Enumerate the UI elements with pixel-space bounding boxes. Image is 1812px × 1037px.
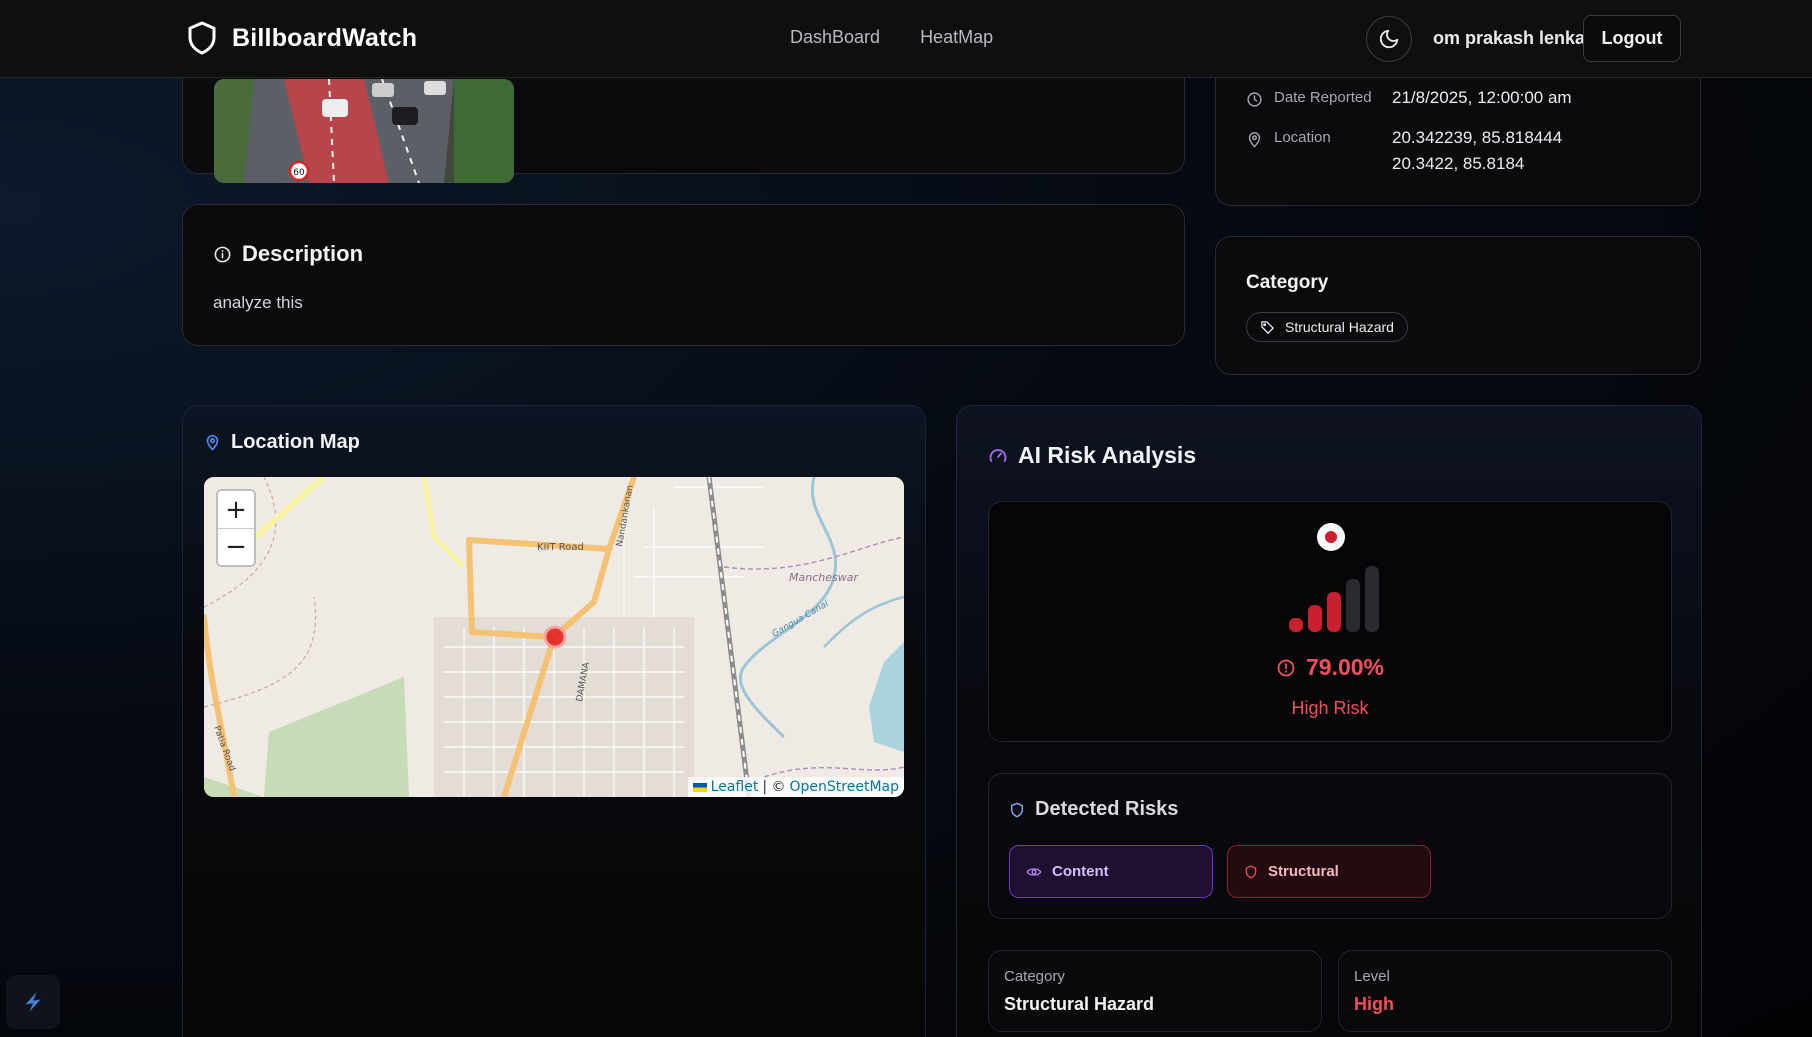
risk-level-label: High Risk: [1291, 698, 1369, 718]
bolt-logo-icon: [25, 992, 41, 1012]
eye-icon: [1026, 867, 1042, 876]
zoom-control: + −: [216, 489, 256, 567]
svg-text:60: 60: [293, 168, 305, 178]
signal-bar: [1308, 605, 1322, 632]
risk-chip-structural[interactable]: Structural: [1227, 845, 1431, 898]
ai-category-label: Category: [1004, 968, 1065, 985]
signal-bar: [1346, 579, 1360, 632]
location-map-header: Location Map: [204, 431, 360, 454]
ukraine-flag-icon: [692, 782, 707, 792]
date-reported-label: Date Reported: [1274, 89, 1372, 106]
signal-bar: [1365, 566, 1379, 632]
signal-bar: [1289, 618, 1303, 632]
location-map-card: Location Map KIIT Road Mancheswar Gangua…: [182, 405, 926, 1037]
description-text: analyze this: [213, 293, 303, 312]
ai-category-value: Structural Hazard: [1004, 994, 1155, 1014]
risk-signal-bars: [1289, 566, 1379, 632]
detected-risks-header: Detected Risks: [1009, 798, 1178, 821]
location-label: Location: [1274, 129, 1331, 146]
category-title: Category: [1246, 272, 1329, 293]
app-root: BillboardWatch DashBoard HeatMap om prak…: [0, 0, 1812, 1037]
tag-icon: [1261, 320, 1274, 334]
theme-toggle-button[interactable]: [1366, 16, 1412, 62]
date-reported-row: Date Reported 21/8/2025, 12:00:00 am: [1246, 88, 1572, 111]
ai-risk-title: AI Risk Analysis: [1018, 442, 1197, 468]
description-title: Description: [242, 241, 364, 266]
leaflet-link[interactable]: Leaflet: [711, 779, 759, 795]
category-chip: Structural Hazard: [1246, 312, 1408, 342]
alert-circle-icon: [1277, 659, 1295, 676]
ai-category-box: Category Structural Hazard: [988, 950, 1322, 1032]
location-line-1: 20.342239, 85.818444: [1392, 128, 1563, 147]
location-map-title: Location Map: [231, 431, 360, 453]
billboard-photo[interactable]: 60: [214, 79, 514, 183]
shield-icon: [1245, 865, 1257, 878]
risk-chip-content-label: Content: [1052, 863, 1109, 880]
ai-level-label: Level: [1354, 968, 1390, 985]
dev-tools-logo[interactable]: [6, 975, 60, 1029]
clock-icon: [1247, 92, 1262, 107]
gauge-icon: [989, 448, 1007, 462]
map-attribution: Leaflet | © OpenStreetMap: [687, 777, 904, 797]
nav-dashboard[interactable]: DashBoard: [790, 27, 880, 48]
attribution-separator: | ©: [762, 779, 786, 795]
description-card: Description analyze this: [182, 204, 1185, 346]
risk-chip-content[interactable]: Content: [1009, 845, 1213, 898]
map-view[interactable]: KIIT Road Mancheswar Gangua Canal Nandan…: [204, 477, 904, 797]
risk-score: 79.00%: [989, 654, 1671, 681]
main-nav: DashBoard HeatMap: [790, 27, 993, 48]
moon-icon: [1379, 29, 1399, 49]
category-chip-label: Structural Hazard: [1285, 319, 1394, 335]
map-label-kiit-road: KIIT Road: [537, 542, 584, 553]
ai-risk-header: AI Risk Analysis: [988, 442, 1196, 469]
map-label-mancheswar: Mancheswar: [789, 571, 859, 584]
shield-logo-icon: [188, 21, 216, 55]
location-line-2: 20.3422, 85.8184: [1392, 154, 1525, 173]
brand[interactable]: BillboardWatch: [184, 18, 417, 58]
nav-heatmap[interactable]: HeatMap: [920, 27, 993, 48]
location-values: 20.342239, 85.818444 20.3422, 85.8184: [1392, 125, 1562, 177]
signal-bar: [1327, 592, 1341, 632]
detected-risks-panel: Detected Risks Content Structural: [988, 773, 1672, 919]
risk-score-value: 79.00%: [1305, 654, 1384, 680]
username: om prakash lenka: [1433, 28, 1586, 48]
location-marker[interactable]: [543, 625, 567, 649]
top-navbar: BillboardWatch DashBoard HeatMap om prak…: [0, 0, 1812, 78]
description-header: Description: [213, 241, 363, 267]
ai-level-value: High: [1354, 994, 1394, 1014]
risk-score-panel: 79.00% High Risk: [988, 501, 1672, 742]
brand-name: BillboardWatch: [232, 23, 418, 52]
zoom-in-button[interactable]: +: [218, 491, 254, 528]
map-pin-icon: [206, 435, 219, 451]
map-pin-icon: [1248, 132, 1261, 148]
location-row: Location 20.342239, 85.818444 20.3422, 8…: [1246, 128, 1562, 177]
category-card: Category Structural Hazard: [1215, 236, 1701, 375]
openstreetmap-link[interactable]: OpenStreetMap: [790, 779, 899, 795]
ai-level-box: Level High: [1338, 950, 1672, 1032]
zoom-out-button[interactable]: −: [218, 528, 254, 565]
logout-button[interactable]: Logout: [1583, 15, 1681, 62]
date-reported-value: 21/8/2025, 12:00:00 am: [1392, 88, 1572, 107]
risk-chip-structural-label: Structural: [1268, 863, 1339, 880]
detected-risks-title: Detected Risks: [1035, 798, 1179, 820]
ai-risk-analysis-card: AI Risk Analysis 79.00% High Risk Detect…: [956, 405, 1702, 1037]
shield-icon: [1010, 802, 1024, 817]
info-icon: [214, 246, 231, 262]
